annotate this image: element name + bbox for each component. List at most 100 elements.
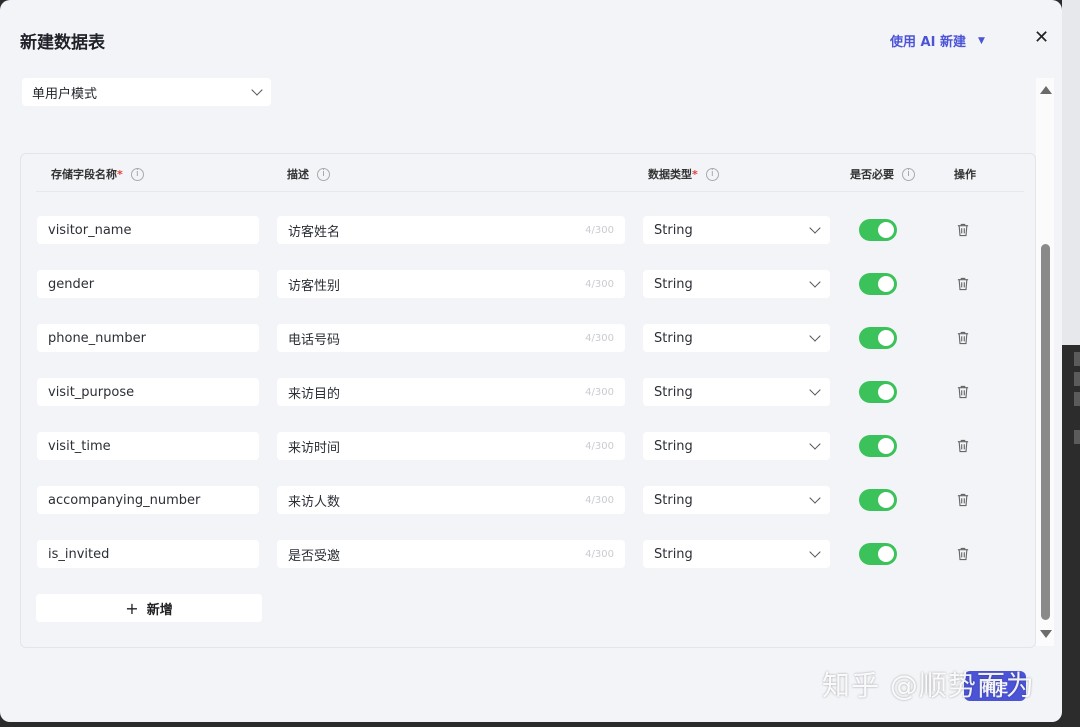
data-type-select[interactable]: String — [643, 486, 830, 514]
required-toggle[interactable] — [859, 219, 897, 241]
table-row: is_invited 是否受邀 4/300 String — [0, 540, 1060, 570]
char-count: 4/300 — [585, 548, 614, 560]
field-name-input[interactable]: is_invited — [37, 540, 259, 568]
required-star: * — [117, 168, 123, 181]
required-toggle[interactable] — [859, 381, 897, 403]
description-value: 是否受邀 — [288, 548, 341, 564]
description-value: 来访目的 — [288, 386, 341, 402]
trash-icon[interactable] — [957, 492, 971, 508]
table-row: phone_number 电话号码 4/300 String — [0, 324, 1060, 354]
ai-new-label: 使用 AI 新建 — [890, 35, 966, 50]
field-name-input[interactable]: phone_number — [37, 324, 259, 352]
field-name-value: visit_purpose — [48, 384, 135, 400]
add-field-label: 新增 — [146, 602, 173, 618]
table-header: 存储字段名称* i 描述 i 数据类型* i 是否必要 i 操作 — [36, 162, 1024, 192]
data-type-select[interactable]: String — [643, 324, 830, 352]
field-name-input[interactable]: visit_purpose — [37, 378, 259, 406]
field-name-value: phone_number — [48, 330, 146, 346]
required-toggle[interactable] — [859, 327, 897, 349]
data-type-value: String — [654, 384, 693, 400]
plus-icon: + — [125, 598, 139, 618]
char-count: 4/300 — [585, 332, 614, 344]
toggle-knob — [878, 222, 894, 238]
scroll-down-arrow-icon[interactable] — [1040, 630, 1052, 638]
chevron-down-icon — [809, 384, 821, 396]
description-input[interactable]: 电话号码 4/300 — [277, 324, 625, 352]
close-icon[interactable]: ✕ — [1034, 28, 1049, 48]
data-type-value: String — [654, 222, 693, 238]
data-type-value: String — [654, 546, 693, 562]
required-toggle[interactable] — [859, 273, 897, 295]
chevron-down-icon — [809, 276, 821, 288]
trash-icon[interactable] — [957, 546, 971, 562]
field-name-input[interactable]: accompanying_number — [37, 486, 259, 514]
toggle-knob — [878, 330, 894, 346]
data-type-value: String — [654, 276, 693, 292]
trash-icon[interactable] — [957, 276, 971, 292]
ai-new-button[interactable]: 使用 AI 新建 ▼ — [890, 31, 985, 50]
required-toggle[interactable] — [859, 489, 897, 511]
description-value: 电话号码 — [288, 332, 341, 348]
description-value: 访客性别 — [288, 278, 341, 294]
table-row: accompanying_number 来访人数 4/300 String — [0, 486, 1060, 516]
chevron-down-icon — [809, 438, 821, 450]
description-value: 来访时间 — [288, 440, 341, 456]
watermark: 知乎 @顺势而为 — [822, 669, 1035, 702]
table-row: gender 访客性别 4/300 String — [0, 270, 1060, 300]
chevron-down-icon — [809, 492, 821, 504]
field-name-value: accompanying_number — [48, 492, 201, 508]
trash-icon[interactable] — [957, 384, 971, 400]
chevron-down-icon — [809, 546, 821, 558]
table-row: visit_time 来访时间 4/300 String — [0, 432, 1060, 462]
description-input[interactable]: 访客性别 4/300 — [277, 270, 625, 298]
data-type-select[interactable]: String — [643, 270, 830, 298]
data-type-select[interactable]: String — [643, 540, 830, 568]
char-count: 4/300 — [585, 440, 614, 452]
trash-icon[interactable] — [957, 222, 971, 238]
mode-select[interactable]: 单用户模式 — [22, 78, 271, 106]
background-window-edge — [1062, 0, 1080, 727]
field-name-value: visitor_name — [48, 222, 132, 238]
description-input[interactable]: 来访人数 4/300 — [277, 486, 625, 514]
toggle-knob — [878, 276, 894, 292]
field-name-value: is_invited — [48, 546, 110, 562]
required-toggle[interactable] — [859, 543, 897, 565]
header-field-name: 存储字段名称* i — [51, 166, 144, 182]
field-name-input[interactable]: gender — [37, 270, 259, 298]
field-name-input[interactable]: visitor_name — [37, 216, 259, 244]
info-icon[interactable]: i — [317, 167, 330, 181]
field-name-input[interactable]: visit_time — [37, 432, 259, 460]
chevron-down-icon — [809, 222, 821, 234]
char-count: 4/300 — [585, 278, 614, 290]
description-input[interactable]: 来访目的 4/300 — [277, 378, 625, 406]
data-type-select[interactable]: String — [643, 378, 830, 406]
data-type-select[interactable]: String — [643, 432, 830, 460]
char-count: 4/300 — [585, 386, 614, 398]
add-field-button[interactable]: + 新增 — [36, 594, 262, 622]
description-input[interactable]: 访客姓名 4/300 — [277, 216, 625, 244]
mode-select-value: 单用户模式 — [32, 86, 98, 102]
trash-icon[interactable] — [957, 438, 971, 454]
required-star: * — [692, 168, 698, 181]
toggle-knob — [878, 492, 894, 508]
chevron-down-icon — [251, 84, 263, 96]
scroll-up-arrow-icon[interactable] — [1040, 86, 1052, 94]
chevron-down-icon — [809, 330, 821, 342]
dialog-title: 新建数据表 — [20, 33, 105, 53]
header-operations: 操作 — [954, 168, 976, 181]
field-name-value: gender — [48, 276, 95, 292]
info-icon[interactable]: i — [130, 167, 144, 181]
required-toggle[interactable] — [859, 435, 897, 457]
trash-icon[interactable] — [957, 330, 971, 346]
toggle-knob — [878, 438, 894, 454]
info-icon[interactable]: i — [902, 167, 915, 181]
description-input[interactable]: 是否受邀 4/300 — [277, 540, 625, 568]
table-row: visitor_name 访客姓名 4/300 String — [0, 216, 1060, 246]
info-icon[interactable]: i — [705, 167, 719, 181]
table-row: visit_purpose 来访目的 4/300 String — [0, 378, 1060, 408]
char-count: 4/300 — [585, 494, 614, 506]
data-type-select[interactable]: String — [643, 216, 830, 244]
header-required: 是否必要 i — [850, 166, 915, 182]
data-type-value: String — [654, 492, 693, 508]
description-input[interactable]: 来访时间 4/300 — [277, 432, 625, 460]
